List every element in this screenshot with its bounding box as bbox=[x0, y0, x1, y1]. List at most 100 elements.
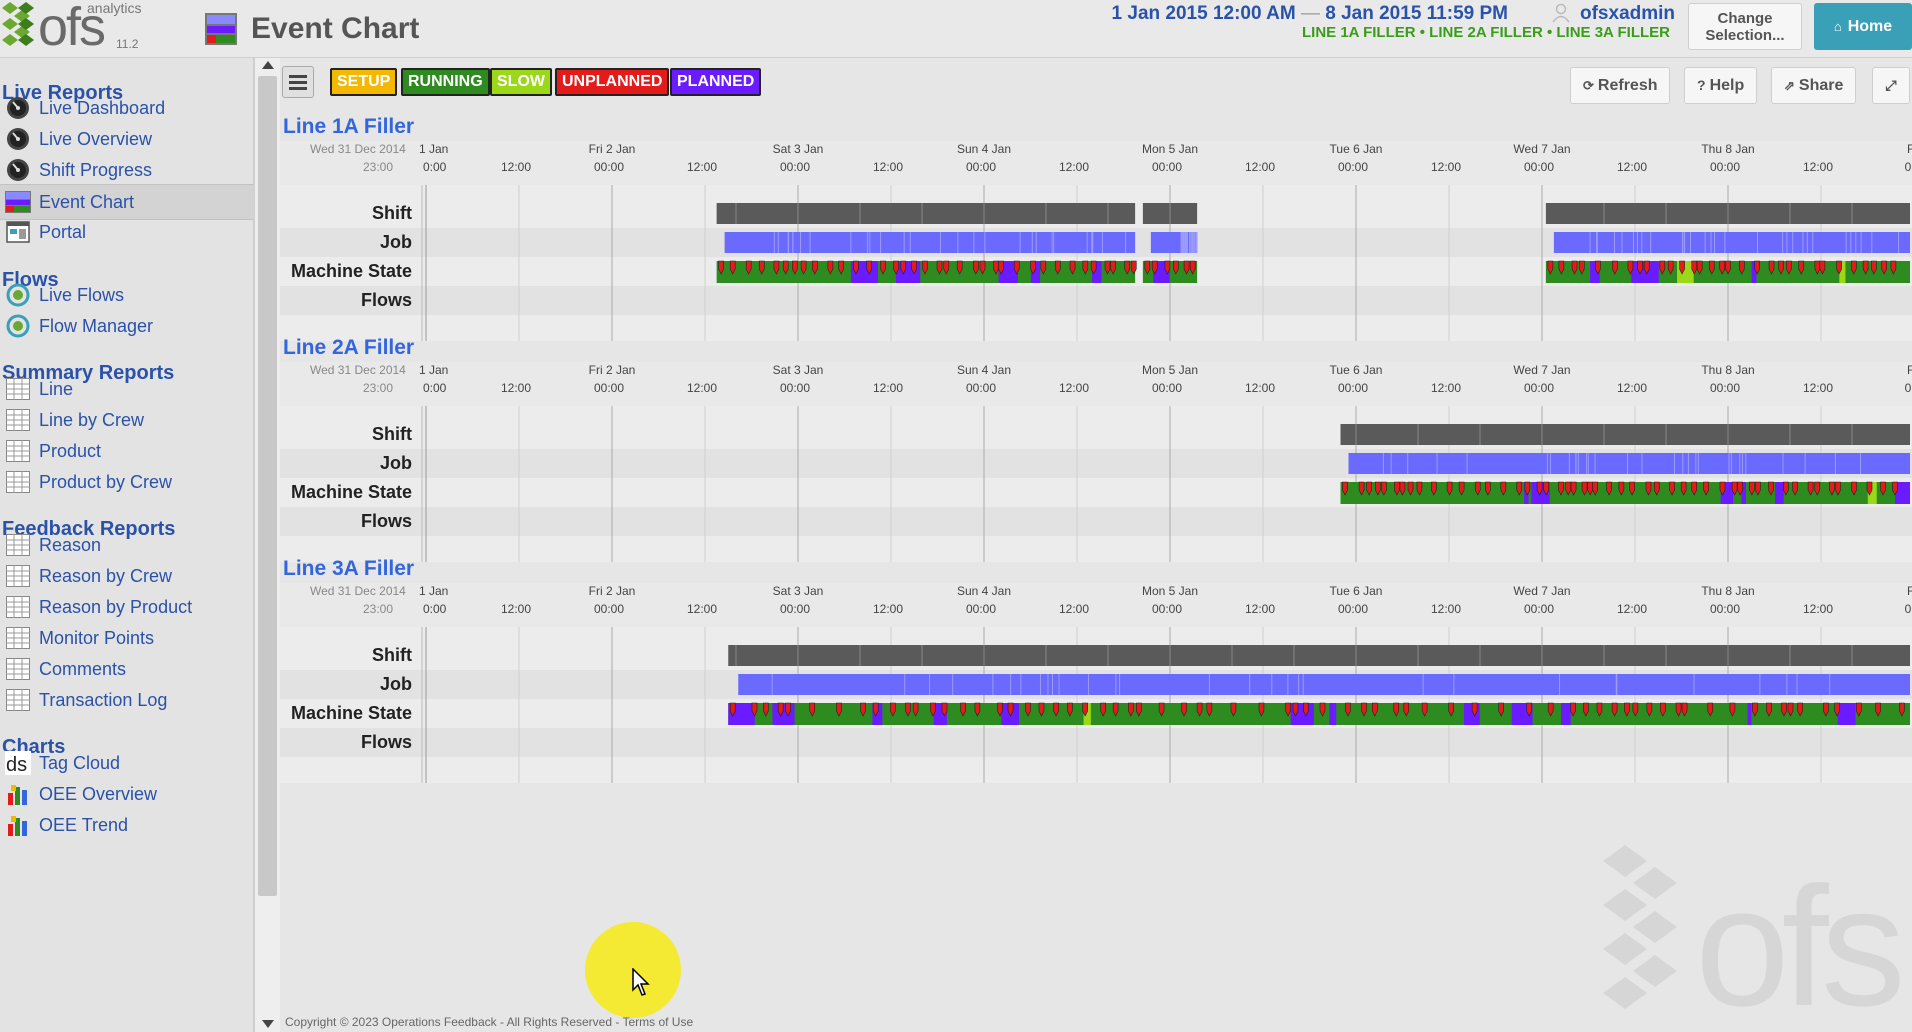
sidebar-item-label: Product bbox=[39, 440, 102, 461]
row-label: Flows bbox=[361, 290, 412, 310]
day-tick-label: Sat 3 Jan bbox=[773, 584, 824, 598]
sidebar-item-label: Event Chart bbox=[39, 191, 135, 212]
hour-tick-label: 00:00 bbox=[1710, 381, 1740, 395]
change-selection-label: Change Selection... bbox=[1705, 10, 1785, 44]
sidebar-item-label: Monitor Points bbox=[39, 627, 155, 648]
hour-tick-label: 00:00 bbox=[1338, 602, 1368, 616]
table-icon bbox=[5, 687, 31, 713]
fullscreen-button[interactable]: ⤢ bbox=[1872, 67, 1910, 104]
sidebar-item-label: Portal bbox=[39, 221, 87, 242]
sidebar-item-flow-manager[interactable]: Flow Manager bbox=[0, 308, 254, 344]
date-range[interactable]: 1 Jan 2015 12:00 AM — 8 Jan 2015 11:59 P… bbox=[1112, 3, 1508, 25]
sidebar: Live Reports Live Dashboard Live Overview S… bbox=[0, 58, 254, 1032]
line-title[interactable]: Line 3A Filler bbox=[283, 557, 414, 581]
timeline-chart[interactable]: Wed 31 Dec 2014 1 Jan Fri 2 Jan Sat 3 Jan Su… bbox=[280, 583, 1912, 783]
hour-tick-label: 00:00 bbox=[1710, 602, 1740, 616]
hour-tick-label: 00:00 bbox=[1338, 160, 1368, 174]
app-version: 11.2 bbox=[116, 37, 139, 51]
sidebar-item-label: Transaction Log bbox=[39, 689, 168, 710]
hour-tick-label: 12:00 bbox=[1617, 381, 1647, 395]
table-icon bbox=[5, 376, 31, 402]
help-button[interactable]: ? Help bbox=[1684, 67, 1758, 104]
row-label: Flows bbox=[361, 732, 412, 752]
shift-bar[interactable] bbox=[1340, 424, 1911, 445]
hour-tick-label: 12:00 bbox=[1803, 381, 1833, 395]
username[interactable]: ofsxadmin bbox=[1580, 3, 1675, 25]
home-button[interactable]: ⌂ Home bbox=[1814, 3, 1912, 50]
day-tick-label: Thu 8 Jan bbox=[1701, 142, 1754, 156]
hour-tick-label: 00:00 bbox=[1524, 381, 1554, 395]
sidebar-item-label: Live Flows bbox=[39, 284, 125, 305]
row-label: Flows bbox=[361, 511, 412, 531]
machine-state-event[interactable] bbox=[1329, 703, 1337, 725]
job-bar[interactable] bbox=[738, 674, 1910, 695]
machine-state-event[interactable] bbox=[1837, 703, 1856, 725]
row-label: Job bbox=[380, 674, 412, 694]
day-tick-label: Fri 2 Jan bbox=[589, 584, 636, 598]
job-bar[interactable] bbox=[1348, 453, 1911, 474]
chart-menu-button[interactable] bbox=[282, 66, 314, 98]
sidebar-scrollbar[interactable] bbox=[254, 58, 280, 1032]
day-tick-label: Wed 7 Jan bbox=[1513, 363, 1570, 377]
sidebar-item-portal[interactable]: Portal bbox=[0, 214, 254, 250]
refresh-label: Refresh bbox=[1597, 77, 1658, 94]
timeline-chart[interactable]: Wed 31 Dec 2014 1 Jan Fri 2 Jan Sat 3 Jan Su… bbox=[280, 141, 1912, 341]
legend-slow: SLOW bbox=[490, 68, 552, 96]
day-tick-label: Tue 6 Jan bbox=[1330, 584, 1383, 598]
hour-tick-label: 12:00 bbox=[1059, 381, 1089, 395]
hour-tick-label: 00:00 bbox=[594, 160, 624, 174]
machine-state-event[interactable] bbox=[1775, 482, 1784, 504]
line-title[interactable]: Line 1A Filler bbox=[283, 115, 414, 139]
day-tick-label: Wed 7 Jan bbox=[1513, 142, 1570, 156]
scroll-down-icon[interactable] bbox=[262, 1020, 274, 1028]
date-separator: — bbox=[1300, 3, 1320, 24]
refresh-button[interactable]: ⟳ Refresh bbox=[1570, 67, 1671, 104]
row-label: Shift bbox=[372, 203, 412, 223]
day-tick-label: Wed 31 Dec 2014 bbox=[310, 584, 406, 598]
sidebar-item-oee-trend[interactable]: OEE Trend bbox=[0, 807, 254, 843]
change-selection-button[interactable]: Change Selection... bbox=[1688, 3, 1802, 50]
row-label: Machine State bbox=[291, 703, 412, 723]
scroll-thumb[interactable] bbox=[258, 76, 277, 896]
hour-tick-label: 12:00 bbox=[501, 160, 531, 174]
row-label: Job bbox=[380, 453, 412, 473]
sidebar-item-shift-progress[interactable]: Shift Progress bbox=[0, 152, 254, 188]
hour-tick-label: 00:00 bbox=[594, 381, 624, 395]
day-tick-label: Fri bbox=[1907, 584, 1912, 598]
hour-tick-label: 12:00 bbox=[1431, 160, 1461, 174]
scroll-up-icon[interactable] bbox=[262, 61, 274, 69]
sidebar-item-transaction-log[interactable]: Transaction Log bbox=[0, 682, 254, 718]
row-stripe bbox=[280, 507, 1912, 536]
legend-planned: PLANNED bbox=[670, 68, 762, 96]
hour-tick-label: 00:00 bbox=[594, 602, 624, 616]
event-chart-icon bbox=[205, 13, 237, 45]
day-tick-label: Wed 7 Jan bbox=[1513, 584, 1570, 598]
job-bar[interactable] bbox=[724, 232, 1136, 253]
day-tick-label: Fri bbox=[1907, 142, 1912, 156]
share-button[interactable]: ⇗ Share bbox=[1771, 67, 1857, 104]
machine-state-running[interactable] bbox=[1340, 482, 1911, 504]
hour-tick-label: 00:00 bbox=[1152, 381, 1182, 395]
day-tick-label: Fri 2 Jan bbox=[589, 363, 636, 377]
machine-state-event[interactable] bbox=[1561, 703, 1571, 725]
line-panel: Line 3A Filler Wed 31 Dec 2014 1 Jan Fri 2 … bbox=[280, 557, 1912, 783]
day-tick-label: Tue 6 Jan bbox=[1330, 363, 1383, 377]
tag-cloud-icon: ds bbox=[5, 750, 31, 776]
row-label: Shift bbox=[372, 424, 412, 444]
hour-tick-label: 0 bbox=[1905, 381, 1912, 395]
sidebar-item-product-by-crew[interactable]: Product by Crew bbox=[0, 464, 254, 500]
hour-tick-label: 12:00 bbox=[873, 160, 903, 174]
shift-bar[interactable] bbox=[728, 645, 1910, 666]
shift-bar[interactable] bbox=[716, 203, 1136, 224]
job-bar[interactable] bbox=[1553, 232, 1910, 253]
day-tick-label: Fri 2 Jan bbox=[589, 142, 636, 156]
flow-icon bbox=[5, 282, 31, 308]
help-label: Help bbox=[1709, 77, 1745, 94]
line-title[interactable]: Line 2A Filler bbox=[283, 336, 414, 360]
timeline-chart[interactable]: Wed 31 Dec 2014 1 Jan Fri 2 Jan Sat 3 Jan Su… bbox=[280, 362, 1912, 562]
hour-tick-label: 0:00 bbox=[423, 160, 447, 174]
ofs-watermark-icon: ofs bbox=[1603, 845, 1908, 1015]
machine-state-event[interactable] bbox=[1747, 703, 1752, 725]
ofs-logo[interactable]: ofs analytics 11.2 bbox=[0, 0, 150, 54]
hour-tick-label: 12:00 bbox=[687, 381, 717, 395]
